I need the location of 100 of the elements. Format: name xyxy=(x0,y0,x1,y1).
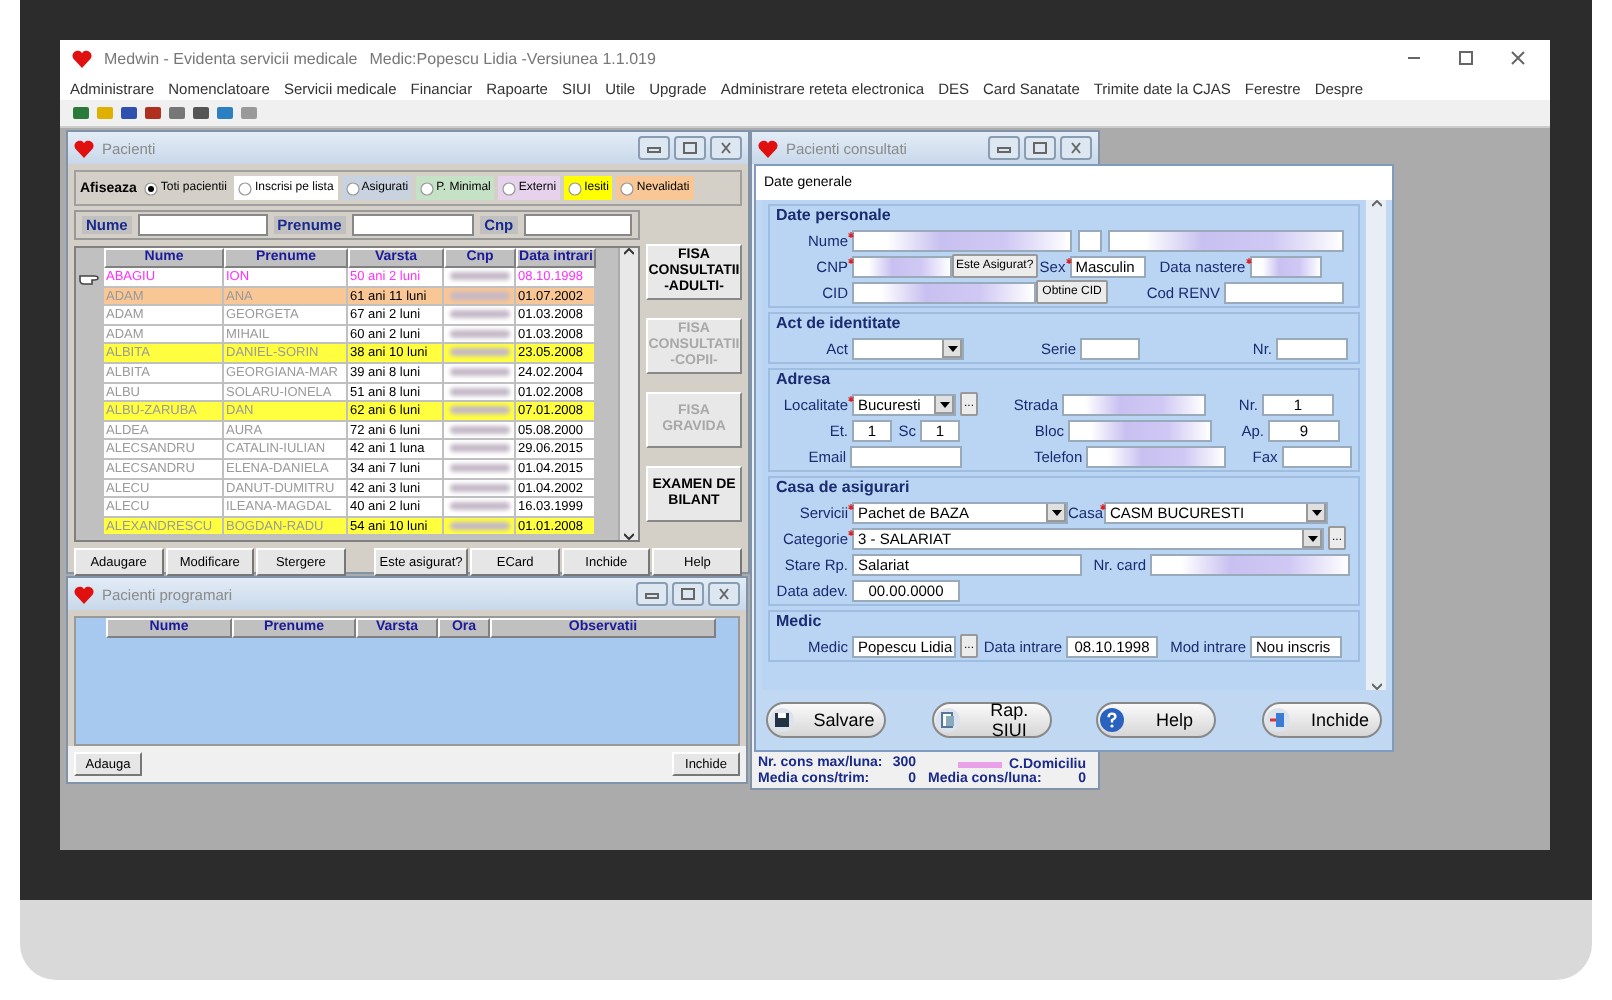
legend-line xyxy=(958,761,1003,767)
required-asterisk-icon xyxy=(848,231,854,237)
blurred-text xyxy=(450,425,510,434)
blurred-input-field[interactable] xyxy=(1062,393,1207,415)
minimize-button[interactable] xyxy=(636,582,668,606)
blurred-text xyxy=(450,387,510,396)
radio-button[interactable] xyxy=(144,181,159,195)
section-title: Date personale xyxy=(776,206,893,226)
radio-button[interactable] xyxy=(345,181,360,195)
caret-icon xyxy=(1307,535,1317,541)
required-asterisk-icon xyxy=(848,395,854,401)
blurred-text xyxy=(450,367,510,376)
document-icon xyxy=(935,708,960,732)
input-field[interactable] xyxy=(1078,229,1102,251)
blurred-text xyxy=(450,463,510,472)
maximize-icon xyxy=(682,142,698,154)
blurred-text xyxy=(450,310,510,319)
close-icon xyxy=(718,142,734,154)
close-icon[interactable] xyxy=(1510,50,1526,66)
blurred-text xyxy=(450,272,510,280)
heart-icon xyxy=(74,585,94,603)
blurred-text xyxy=(450,291,510,300)
close-icon xyxy=(716,588,732,600)
blurred-text xyxy=(450,502,510,511)
minimize-button[interactable] xyxy=(638,136,670,160)
dropdown-button[interactable] xyxy=(1306,503,1326,521)
floppy-disk-icon xyxy=(770,708,794,732)
radio-button[interactable] xyxy=(238,181,253,195)
section-title: Adresa xyxy=(776,370,833,390)
input-field[interactable] xyxy=(1080,337,1140,359)
caret-icon xyxy=(1051,509,1061,515)
close-button[interactable] xyxy=(710,136,742,160)
input-field[interactable] xyxy=(850,445,962,467)
radio-button[interactable] xyxy=(620,181,635,195)
required-asterisk-icon xyxy=(848,503,854,509)
maximize-icon xyxy=(680,588,696,600)
blurred-input-field[interactable] xyxy=(1068,419,1212,441)
app-subtitle: Medic:Popescu Lidia -Versiunea 1.1.019 xyxy=(369,49,656,67)
radio-button[interactable] xyxy=(420,181,435,195)
minimize-icon xyxy=(644,588,660,600)
dropdown-button[interactable] xyxy=(1302,529,1322,547)
search-field[interactable] xyxy=(351,214,475,236)
blurred-text xyxy=(450,329,510,338)
blurred-text xyxy=(450,444,510,453)
help-icon xyxy=(1100,708,1125,732)
door-exit-icon xyxy=(1265,708,1290,732)
minimize-button[interactable] xyxy=(988,136,1020,160)
heart-icon xyxy=(758,139,778,157)
pointing-hand-icon xyxy=(78,269,102,286)
section-title: Casa de asigurari xyxy=(776,478,912,498)
blurred-input-field[interactable] xyxy=(1249,255,1322,277)
blurred-input-field[interactable] xyxy=(852,229,1072,251)
maximize-icon[interactable] xyxy=(1458,50,1474,66)
search-field[interactable] xyxy=(137,214,268,236)
scrollbar[interactable] xyxy=(1366,200,1386,690)
dropdown-field[interactable] xyxy=(852,337,964,359)
input-field[interactable] xyxy=(1224,281,1344,303)
dropdown-button[interactable] xyxy=(1046,503,1066,521)
blurred-input-field[interactable] xyxy=(1108,229,1344,251)
required-asterisk-icon xyxy=(1100,503,1106,509)
required-asterisk-icon xyxy=(1245,257,1252,263)
action-button[interactable]: Salvare xyxy=(766,702,886,738)
dropdown-button[interactable] xyxy=(934,395,954,413)
required-asterisk-icon xyxy=(848,529,854,535)
heart-icon xyxy=(72,49,92,67)
required-asterisk-icon xyxy=(848,257,854,263)
blurred-input-field[interactable] xyxy=(852,281,1036,303)
close-button[interactable] xyxy=(1060,136,1092,160)
minimize-icon xyxy=(646,142,662,154)
radio-button[interactable] xyxy=(502,181,517,195)
maximize-button[interactable] xyxy=(674,136,706,160)
maximize-button[interactable] xyxy=(672,582,704,606)
maximize-button[interactable] xyxy=(1024,136,1056,160)
radio-button[interactable] xyxy=(568,181,583,195)
action-button[interactable]: Help xyxy=(1096,702,1217,738)
close-button[interactable] xyxy=(708,582,740,606)
required-asterisk-icon xyxy=(1065,257,1072,263)
dropdown-button[interactable] xyxy=(942,339,962,357)
close-icon xyxy=(1068,142,1084,154)
blurred-text xyxy=(450,406,510,415)
section-title: Medic xyxy=(776,612,824,632)
action-button[interactable]: Inchide xyxy=(1261,702,1382,738)
input-field[interactable] xyxy=(1281,445,1352,467)
blurred-input-field[interactable] xyxy=(852,255,952,277)
app-title: Medwin - Evidenta servicii medicale xyxy=(104,49,358,67)
blurred-text xyxy=(450,483,510,492)
section-title: Act de identitate xyxy=(776,314,903,334)
blurred-input-field[interactable] xyxy=(1150,553,1350,575)
search-field[interactable] xyxy=(523,214,632,236)
action-button[interactable]: Rap. SIUI xyxy=(931,702,1052,738)
input-field[interactable] xyxy=(1276,337,1348,359)
caret-icon xyxy=(947,345,957,351)
caret-icon xyxy=(939,401,949,407)
maximize-icon xyxy=(1032,142,1048,154)
minimize-icon xyxy=(996,142,1012,154)
blurred-text xyxy=(450,521,510,530)
blurred-text xyxy=(450,348,510,357)
heart-icon xyxy=(74,139,94,157)
blurred-input-field[interactable] xyxy=(1086,445,1227,467)
scrollbar[interactable] xyxy=(618,248,638,540)
